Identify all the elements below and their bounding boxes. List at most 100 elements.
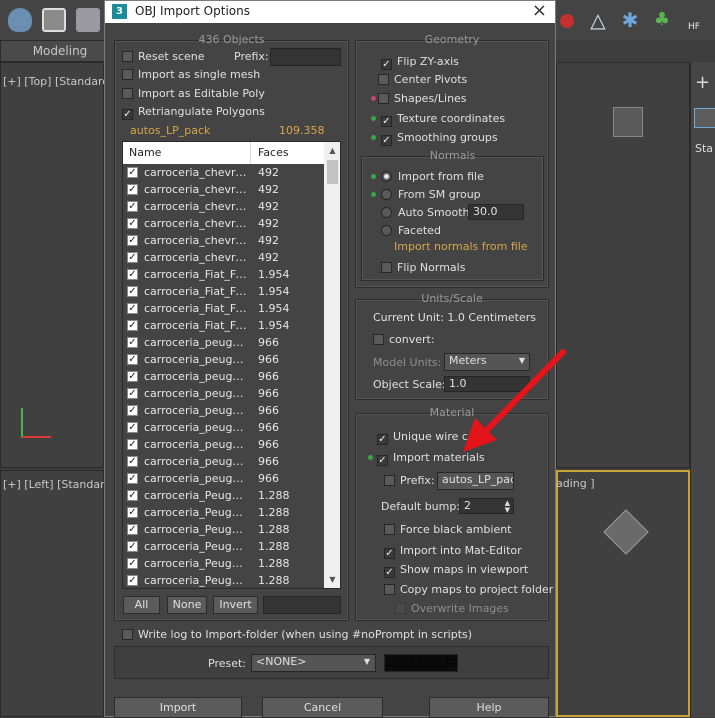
checkbox-icon[interactable]: ✓ [127,524,138,535]
checkbox-icon[interactable] [122,629,133,640]
checkbox-icon[interactable]: ✓ [127,422,138,433]
ribbon-tab-modeling[interactable]: Modeling [0,40,120,62]
list-item[interactable]: ✓ carroceria_peugeot 966 [123,368,324,385]
checkbox-icon[interactable]: ✓ [381,135,392,146]
list-item[interactable]: ✓ carroceria_Fiat_Fiorino 1.954 [123,283,324,300]
list-item[interactable]: ✓ carroceria_chevrolet 492 [123,198,324,215]
checkbox-icon[interactable] [378,93,389,104]
filter-input[interactable] [263,596,341,614]
checkbox-icon[interactable]: ✓ [381,116,392,127]
checkbox-icon[interactable] [122,88,133,99]
checkbox-icon[interactable]: ✓ [127,269,138,280]
list-item[interactable]: ✓ carroceria_peugeot 966 [123,419,324,436]
invert-selection-button[interactable]: Invert [213,596,258,614]
force-black-ambient-checkbox[interactable]: Force black ambient [384,523,512,537]
pyramid-icon[interactable]: △ [586,8,610,32]
list-item[interactable]: ✓ carroceria_peugeot 966 [123,436,324,453]
scroll-thumb[interactable] [327,160,338,184]
checkbox-icon[interactable]: ✓ [127,167,138,178]
viewport-persp-label[interactable]: ading ] [556,477,595,490]
checkbox-icon[interactable]: ✓ [127,354,138,365]
shapes-lines-checkbox[interactable]: Shapes/Lines [378,92,467,106]
checkbox-icon[interactable]: ✓ [127,558,138,569]
list-item[interactable]: ✓ carroceria_peugeot 966 [123,334,324,351]
copy-maps-checkbox[interactable]: Copy maps to project folder [384,583,553,597]
checkbox-icon[interactable]: ✓ [127,439,138,450]
auto-smooth-radio[interactable]: Auto Smooth: [381,206,473,220]
flip-zy-checkbox[interactable]: ✓ Flip ZY-axis [381,55,459,70]
object-list[interactable]: Name Faces ✓ carroceria_chevrolet 492 ✓ carr… [122,141,341,589]
checkbox-icon[interactable]: ✓ [127,218,138,229]
checkbox-icon[interactable]: ✓ [127,320,138,331]
plus-icon[interactable]: + [695,72,710,93]
radio-icon[interactable] [381,171,392,182]
sphere-icon[interactable] [560,14,574,28]
radio-icon[interactable] [381,225,392,236]
import-mat-editor-checkbox[interactable]: ✓ Import into Mat-Editor [384,544,522,559]
viewport-top-label[interactable]: [+] [Top] [Standard [3,75,109,88]
import-single-mesh-checkbox[interactable]: Import as single mesh [122,68,260,82]
show-maps-checkbox[interactable]: ✓ Show maps in viewport [384,563,528,578]
checkbox-icon[interactable] [384,584,395,595]
list-item[interactable]: ✓ carroceria_Peugeot 1.288 [123,504,324,521]
checkbox-icon[interactable]: ✓ [127,575,138,586]
list-item[interactable]: ✓ carroceria_chevrolet 492 [123,181,324,198]
checkbox-icon[interactable]: ✓ [127,201,138,212]
smoothing-groups-checkbox[interactable]: ✓ Smoothing groups [381,131,498,146]
flip-normals-checkbox[interactable]: Flip Normals [381,261,465,275]
mat-prefix-checkbox[interactable]: Prefix: [384,474,435,488]
unique-wire-checkbox[interactable]: ✓ Unique wire co [377,430,475,445]
list-scrollbar[interactable]: ▲ ▼ [324,142,340,588]
list-item[interactable]: ✓ carroceria_peugeot 966 [123,402,324,419]
import-button[interactable]: Import [114,697,242,718]
preset-select[interactable]: <NONE> ▼ [251,654,376,672]
checkbox-icon[interactable]: ✓ [127,473,138,484]
checkbox-icon[interactable] [381,262,392,273]
list-item[interactable]: ✓ carroceria_Peugeot 1.288 [123,538,324,555]
viewcube-icon[interactable] [613,107,643,137]
checkbox-icon[interactable]: ✓ [384,548,395,559]
convert-checkbox[interactable]: convert: [373,333,435,347]
overwrite-images-checkbox[interactable]: Overwrite Images [395,602,509,616]
write-log-checkbox[interactable]: Write log to Import-folder (when using #… [122,628,472,642]
object-scale-input[interactable]: 1.0 [444,376,530,392]
checkbox-icon[interactable]: ✓ [384,567,395,578]
checkbox-icon[interactable]: ✓ [127,286,138,297]
viewport-front[interactable] [556,62,690,468]
checkbox-icon[interactable]: ✓ [127,541,138,552]
gear-icon[interactable]: ✱ [618,8,642,32]
import-from-file-radio[interactable]: Import from file [381,170,484,184]
import-editable-poly-checkbox[interactable]: Import as Editable Poly [122,87,265,101]
list-item[interactable]: ✓ carroceria_peugeot 966 [123,351,324,368]
list-item[interactable]: ✓ carroceria_peugeot 966 [123,470,324,487]
checkbox-icon[interactable]: ✓ [127,184,138,195]
list-item[interactable]: ✓ carroceria_chevrolet 492 [123,232,324,249]
list-item[interactable]: ✓ carroceria_Peugeot 1.288 [123,572,324,588]
checkbox-icon[interactable]: ✓ [127,235,138,246]
list-item[interactable]: ✓ carroceria_Fiat_Fiorino 1.954 [123,300,324,317]
center-pivots-checkbox[interactable]: Center Pivots [378,73,467,87]
checkbox-icon[interactable] [384,524,395,535]
dialog-titlebar[interactable]: 3 OBJ Import Options × [105,1,555,23]
col-faces[interactable]: Faces [258,146,289,159]
default-bump-input[interactable]: 2 ▲ ▼ [459,498,514,514]
hf-icon[interactable]: HF [682,8,706,32]
select-all-button[interactable]: All [123,596,160,614]
checkbox-icon[interactable]: ✓ [127,507,138,518]
list-item[interactable]: ✓ carroceria_chevrolet 492 [123,249,324,266]
col-name[interactable]: Name [129,146,161,159]
preset-grid-icon[interactable] [384,654,458,672]
list-item[interactable]: ✓ carroceria_chevrolet 492 [123,164,324,181]
checkbox-icon[interactable]: ✓ [127,405,138,416]
checkbox-icon[interactable]: ✓ [127,490,138,501]
from-sm-group-radio[interactable]: From SM group [381,188,481,202]
auto-smooth-input[interactable]: 30.0 [468,204,524,220]
checkbox-icon[interactable] [122,69,133,80]
list-item[interactable]: ✓ carroceria_peugeot 966 [123,385,324,402]
render-frame-icon[interactable] [76,8,100,32]
viewport-top[interactable]: [+] [Top] [Standard [0,62,109,468]
cancel-button[interactable]: Cancel [262,697,383,718]
plant-icon[interactable]: ♣ [650,8,674,32]
viewport-left-label[interactable]: [+] [Left] [Standard [3,478,111,491]
radio-icon[interactable] [381,207,392,218]
